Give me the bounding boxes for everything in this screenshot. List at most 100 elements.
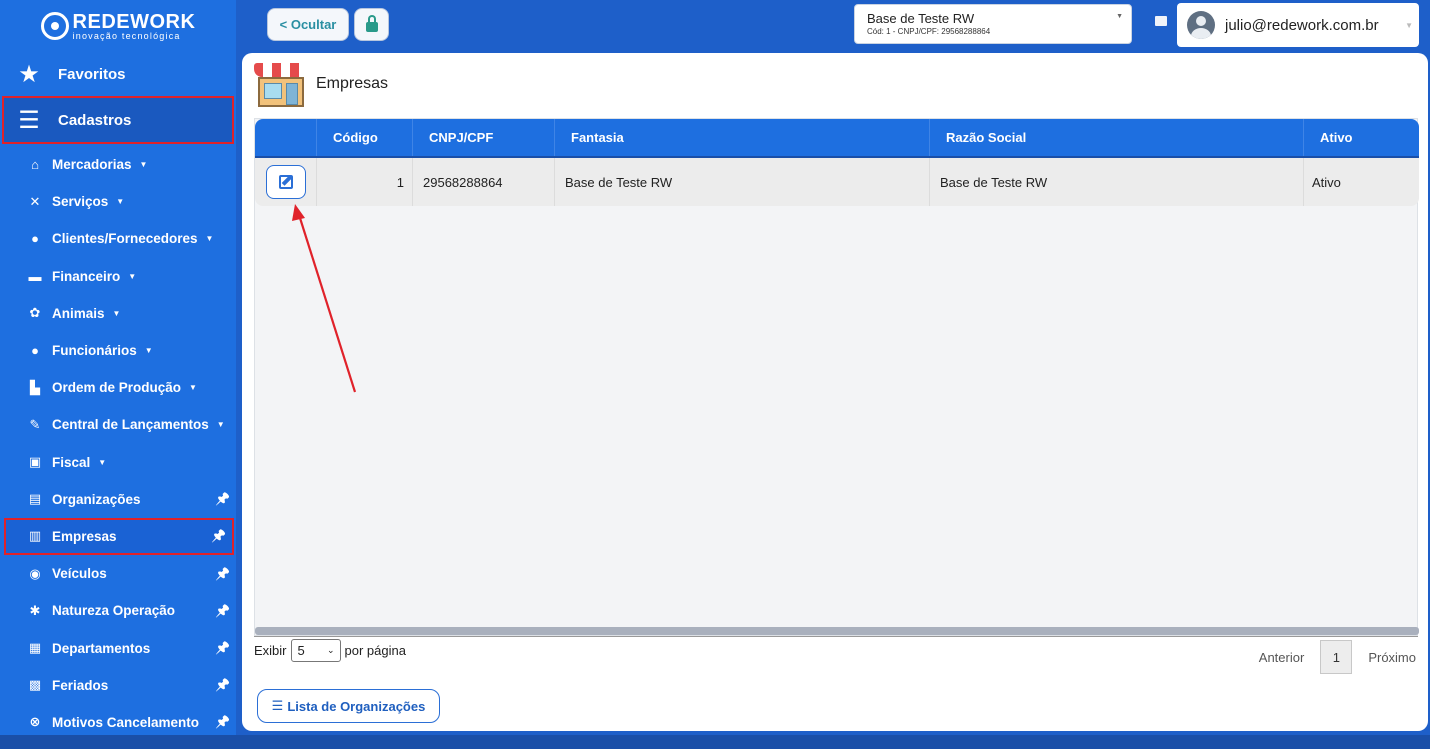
sidebar-item-label: Mercadorias xyxy=(52,157,132,173)
edit-icon: ✎ xyxy=(29,416,41,432)
hide-sidebar-button[interactable]: < Ocultar xyxy=(267,8,349,41)
sidebar-item-fiscal[interactable]: ▣ Fiscal ▼ xyxy=(0,444,236,481)
pin-icon[interactable]: 📌 xyxy=(215,678,230,692)
page-number-button[interactable]: 1 xyxy=(1320,640,1353,674)
sidebar-item-organizacoes[interactable]: ▤ Organizações 📌 xyxy=(0,481,236,518)
caret-down-icon: ▼ xyxy=(116,197,125,207)
sidebar-item-label: Veículos xyxy=(52,566,107,582)
caret-down-icon: ▼ xyxy=(112,308,121,318)
sidebar-item-financeiro[interactable]: ▬ Financeiro ▼ xyxy=(0,258,236,295)
main-content: Empresas Código CNPJ/CPF Fantasia Razão … xyxy=(242,53,1428,731)
caret-down-icon: ▼ xyxy=(189,383,197,393)
horizontal-scrollbar[interactable] xyxy=(255,627,1419,635)
caret-down-icon: ▼ xyxy=(139,160,148,170)
logo-icon xyxy=(40,12,69,40)
footer-strip xyxy=(0,735,1430,749)
cell-ativo: Ativo xyxy=(1312,174,1341,190)
column-header-fantasia[interactable]: Fantasia xyxy=(555,119,930,156)
sidebar-item-label: Cadastros xyxy=(58,111,132,129)
pin-icon[interactable]: 📌 xyxy=(211,529,226,543)
sidebar-item-servicos[interactable]: ✕ Serviços ▼ xyxy=(0,183,236,220)
sidebar-item-label: Clientes/Fornecedores xyxy=(52,231,198,247)
sidebar-item-natureza-operacao[interactable]: ✱ Natureza Operação 📌 xyxy=(0,592,236,629)
base-name: Base de Teste RW xyxy=(867,11,975,26)
brand-name: REDEWORK xyxy=(72,10,196,33)
pin-icon[interactable]: 📌 xyxy=(215,641,230,655)
companies-table: Código CNPJ/CPF Fantasia Razão Social At… xyxy=(254,118,1419,636)
column-header-ativo[interactable]: Ativo xyxy=(1304,119,1419,156)
money-icon: ▬ xyxy=(28,268,42,284)
sidebar-item-clientes-fornecedores[interactable]: ● Clientes/Fornecedores ▼ xyxy=(0,220,236,257)
sidebar-item-cadastros[interactable]: ☰ Cadastros xyxy=(2,96,234,144)
show-label: Exibir xyxy=(254,643,287,658)
lock-icon xyxy=(365,14,378,32)
calendar-icon: ▩ xyxy=(28,677,42,693)
chevron-down-icon: ⌄ xyxy=(326,645,335,655)
sidebar-item-ordem-de-producao[interactable]: ▙ Ordem de Produção ▼ xyxy=(0,369,236,406)
car-icon: ◉ xyxy=(29,565,41,581)
table-row[interactable]: 1 29568288864 Base de Teste RW Base de T… xyxy=(255,158,1419,206)
user-menu[interactable]: julio@redework.com.br ▼ xyxy=(1177,3,1419,47)
page-header: Empresas xyxy=(254,59,388,109)
sidebar: REDEWORK inovação tecnológica ★ Favorito… xyxy=(0,0,236,749)
sidebar-item-label: Fiscal xyxy=(52,454,91,470)
brand-logo[interactable]: REDEWORK inovação tecnológica xyxy=(0,0,236,52)
caret-down-icon: ▼ xyxy=(1405,21,1413,30)
cancel-icon: ⊗ xyxy=(29,714,41,730)
sidebar-item-label: Empresas xyxy=(52,528,117,544)
organizations-list-button[interactable]: ☰ Lista de Organizações xyxy=(257,689,440,723)
message-icon[interactable] xyxy=(1155,16,1167,26)
column-header-razao-social[interactable]: Razão Social xyxy=(930,119,1304,156)
sidebar-item-label: Financeiro xyxy=(52,268,121,284)
page-size-control: Exibir 5 ⌄ por página xyxy=(254,639,406,662)
sidebar-item-funcionarios[interactable]: ● Funcionários ▼ xyxy=(0,332,236,369)
column-header-codigo[interactable]: Código xyxy=(317,119,413,156)
sidebar-item-label: Departamentos xyxy=(52,640,151,656)
page-size-value: 5 xyxy=(297,643,305,658)
list-icon: ☰ xyxy=(18,106,40,134)
base-selector[interactable]: Base de Teste RW Cód: 1 - CNPJ/CPF: 2956… xyxy=(854,4,1132,44)
warehouse-icon: ▥ xyxy=(28,528,42,544)
store-icon xyxy=(254,59,308,109)
edit-icon xyxy=(278,175,293,189)
cadastros-submenu: ⌂ Mercadorias ▼ ✕ Serviços ▼ ● Clientes/Fornece… xyxy=(0,146,236,741)
sidebar-item-label: Organizações xyxy=(52,491,141,507)
column-header-cnpj[interactable]: CNPJ/CPF xyxy=(413,119,555,156)
cell-fantasia: Base de Teste RW xyxy=(555,158,930,206)
pin-icon[interactable]: 📌 xyxy=(215,604,230,618)
sidebar-item-label: Ordem de Produção xyxy=(52,380,182,396)
toolbox-icon: ▤ xyxy=(28,491,42,507)
pin-icon[interactable]: 📌 xyxy=(215,715,230,729)
paw-icon: ✿ xyxy=(29,305,41,321)
sidebar-item-central-de-lancamentos[interactable]: ✎ Central de Lançamentos ▼ xyxy=(0,406,236,443)
sidebar-item-favoritos[interactable]: ★ Favoritos xyxy=(0,52,236,96)
lock-button[interactable] xyxy=(354,8,389,41)
page-title: Empresas xyxy=(316,75,389,92)
user-icon: ● xyxy=(31,343,39,359)
table-header: Código CNPJ/CPF Fantasia Razão Social At… xyxy=(255,119,1419,158)
top-bar: < Ocultar Base de Teste RW Cód: 1 - CNPJ… xyxy=(240,0,1430,50)
next-page-button[interactable]: Próximo xyxy=(1368,650,1416,665)
organizations-list-label: Lista de Organizações xyxy=(287,698,426,714)
star-icon: ★ xyxy=(18,60,40,88)
sidebar-item-mercadorias[interactable]: ⌂ Mercadorias ▼ xyxy=(0,146,236,183)
sidebar-item-label: Serviços xyxy=(52,194,109,210)
tools-icon: ✕ xyxy=(29,193,41,209)
pin-icon[interactable]: 📌 xyxy=(215,492,230,506)
building-icon: ▦ xyxy=(28,640,42,656)
pin-icon[interactable]: 📌 xyxy=(215,567,230,581)
gears-icon: ✱ xyxy=(29,602,41,618)
per-page-label: por página xyxy=(344,643,406,658)
edit-button[interactable] xyxy=(265,165,306,199)
divider xyxy=(254,636,1418,637)
previous-page-button[interactable]: Anterior xyxy=(1259,650,1305,665)
row-actions-cell xyxy=(255,158,317,206)
page-size-select[interactable]: 5 ⌄ xyxy=(290,639,341,662)
sidebar-item-label: Central de Lançamentos xyxy=(52,417,209,433)
sidebar-item-departamentos[interactable]: ▦ Departamentos 📌 xyxy=(0,629,236,666)
sidebar-item-empresas[interactable]: ▥ Empresas 📌 xyxy=(4,517,234,556)
sidebar-item-veiculos[interactable]: ◉ Veículos 📌 xyxy=(0,555,236,592)
sidebar-item-animais[interactable]: ✿ Animais ▼ xyxy=(0,295,236,332)
sidebar-item-feriados[interactable]: ▩ Feriados 📌 xyxy=(0,667,236,704)
user-icon: ● xyxy=(31,231,39,247)
